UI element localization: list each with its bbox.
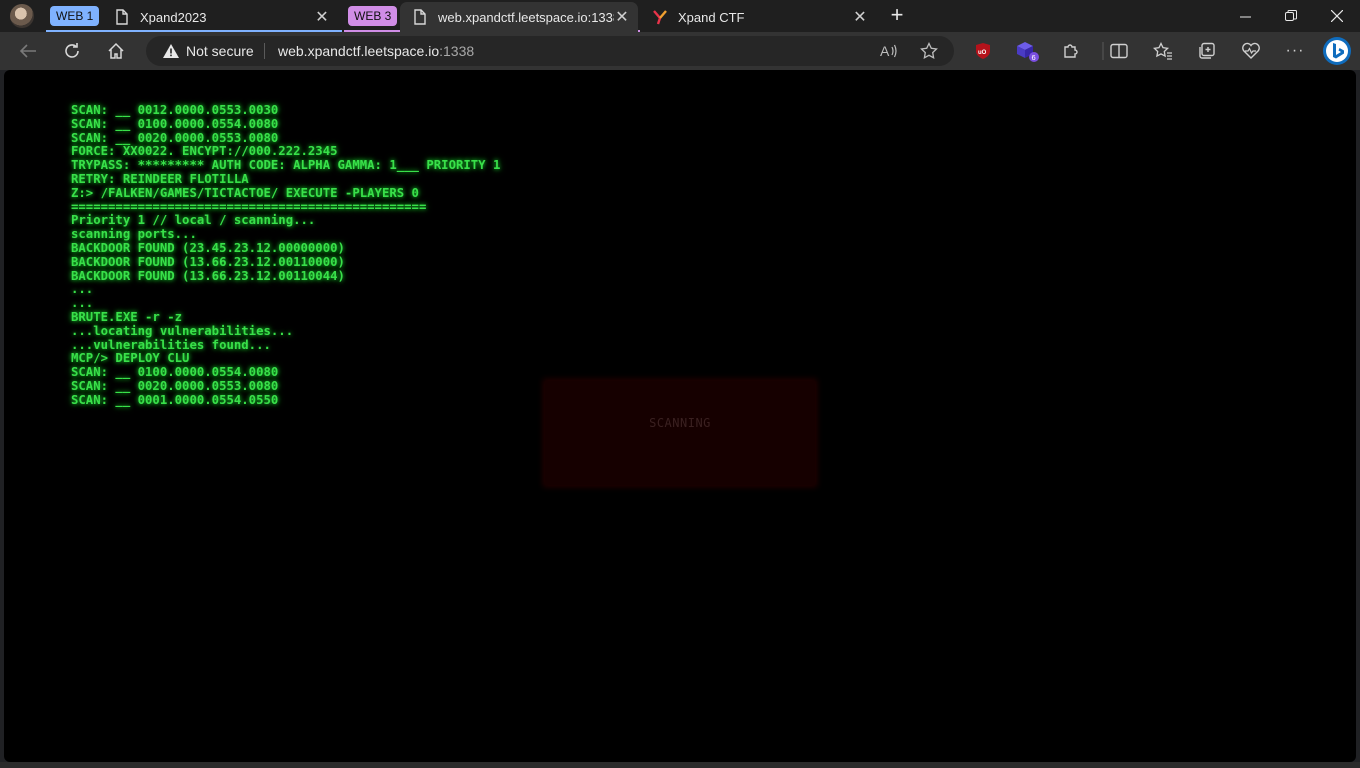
address-bar[interactable]: Not secure web.xpandctf.leetspace.io:133… (146, 36, 954, 66)
ublock-extension-icon[interactable]: uO (971, 40, 995, 62)
terminal-line: ...locating vulnerabilities... (71, 323, 294, 338)
tab-group-web1[interactable]: WEB 1 (50, 6, 100, 26)
home-icon (108, 42, 124, 59)
terminal-line: ... (71, 282, 94, 297)
tab-title: web.xpandctf.leetspace.io:1338 (438, 9, 614, 25)
new-tab-button[interactable]: + (886, 4, 908, 27)
scanning-label: SCANNING (649, 416, 711, 430)
terminal-line: SCAN: __ 0012.0000.0553.0030 (71, 103, 279, 117)
page-viewport: SCAN: __ 0012.0000.0553.0030 SCAN: __ 010… (4, 70, 1356, 762)
scanning-overlay: SCANNING (545, 381, 815, 485)
extensions-puzzle-icon[interactable] (1059, 40, 1083, 62)
tab-xpand2023[interactable]: Xpand2023 ✕ (102, 2, 338, 32)
minimize-button[interactable] (1222, 0, 1268, 32)
refresh-icon (65, 43, 79, 58)
close-tab-icon[interactable]: ✕ (314, 9, 330, 26)
svg-text:A: A (880, 43, 890, 59)
terminal-line: TRYPASS: ********* AUTH CODE: ALPHA GAMM… (71, 158, 501, 173)
security-status-label[interactable]: Not secure (186, 43, 254, 59)
collections-icon[interactable] (1195, 40, 1219, 62)
terminal-line: Z:> /FALKEN/GAMES/TICTACTOE/ EXECUTE -PL… (71, 185, 419, 200)
split-screen-icon[interactable] (1107, 40, 1131, 62)
back-button[interactable] (15, 39, 41, 63)
terminal-line: BACKDOOR FOUND (13.66.23.12.00110000) (71, 254, 345, 269)
terminal-line: BRUTE.EXE -r -z (71, 309, 183, 324)
copilot-bing-icon[interactable] (1322, 36, 1352, 66)
page-icon (114, 9, 130, 25)
tab-strip: WEB 1 Xpand2023 ✕ WEB 3 web.xpandctf.lee… (0, 0, 1360, 32)
tab-web-xpandctf[interactable]: web.xpandctf.leetspace.io:1338 ✕ (400, 2, 638, 32)
more-menu-icon[interactable]: ··· (1283, 40, 1307, 62)
favorites-icon[interactable] (1151, 40, 1175, 62)
terminal-line: SCAN: __ 0100.0000.0554.0080 (71, 365, 279, 380)
cube-extension-icon[interactable]: 6 (1015, 40, 1039, 62)
tab-xpand-ctf[interactable]: Xpand CTF ✕ (640, 2, 876, 32)
svg-text:uO: uO (978, 50, 987, 56)
terminal-line: SCAN: __ 0100.0000.0554.0080 (71, 116, 279, 131)
terminal-output: SCAN: __ 0012.0000.0553.0030 SCAN: __ 010… (71, 103, 501, 408)
home-button[interactable] (103, 39, 129, 63)
browser-essentials-icon[interactable] (1239, 40, 1263, 62)
url-host: web.xpandctf.leetspace.io (278, 43, 440, 59)
close-tab-icon[interactable]: ✕ (614, 9, 630, 26)
url-port: :1338 (439, 43, 475, 59)
read-aloud-icon[interactable]: A (880, 42, 898, 60)
terminal-line: BACKDOOR FOUND (23.45.23.12.00000000) (71, 240, 345, 255)
terminal-line: ... (71, 296, 94, 311)
window-bottom-edge (0, 762, 1360, 768)
restore-button[interactable] (1268, 0, 1314, 32)
xpand-logo-icon (652, 9, 668, 25)
terminal-line: SCAN: __ 0001.0000.0554.0550 (71, 392, 279, 407)
close-window-button[interactable] (1314, 0, 1360, 32)
extension-badge-count: 6 (1032, 53, 1036, 62)
terminal-line: scanning ports... (71, 227, 197, 242)
favorite-star-icon[interactable] (920, 42, 938, 60)
tab-group-web3[interactable]: WEB 3 (348, 6, 398, 26)
terminal-line: SCAN: __ 0020.0000.0553.0080 (71, 378, 279, 393)
terminal-line: BACKDOOR FOUND (13.66.23.12.00110044) (71, 268, 345, 283)
warning-icon[interactable] (162, 43, 180, 64)
divider (264, 43, 265, 59)
profile-avatar[interactable] (10, 4, 34, 28)
tab-title: Xpand CTF (678, 9, 745, 25)
arrow-left-icon (19, 44, 36, 58)
close-tab-icon[interactable]: ✕ (852, 9, 868, 26)
page-icon (412, 9, 428, 25)
terminal-line: RETRY: REINDEER FLOTILLA (71, 171, 249, 186)
refresh-button[interactable] (59, 39, 85, 63)
url-text[interactable]: web.xpandctf.leetspace.io:1338 (278, 43, 474, 59)
tab-title: Xpand2023 (140, 9, 207, 25)
